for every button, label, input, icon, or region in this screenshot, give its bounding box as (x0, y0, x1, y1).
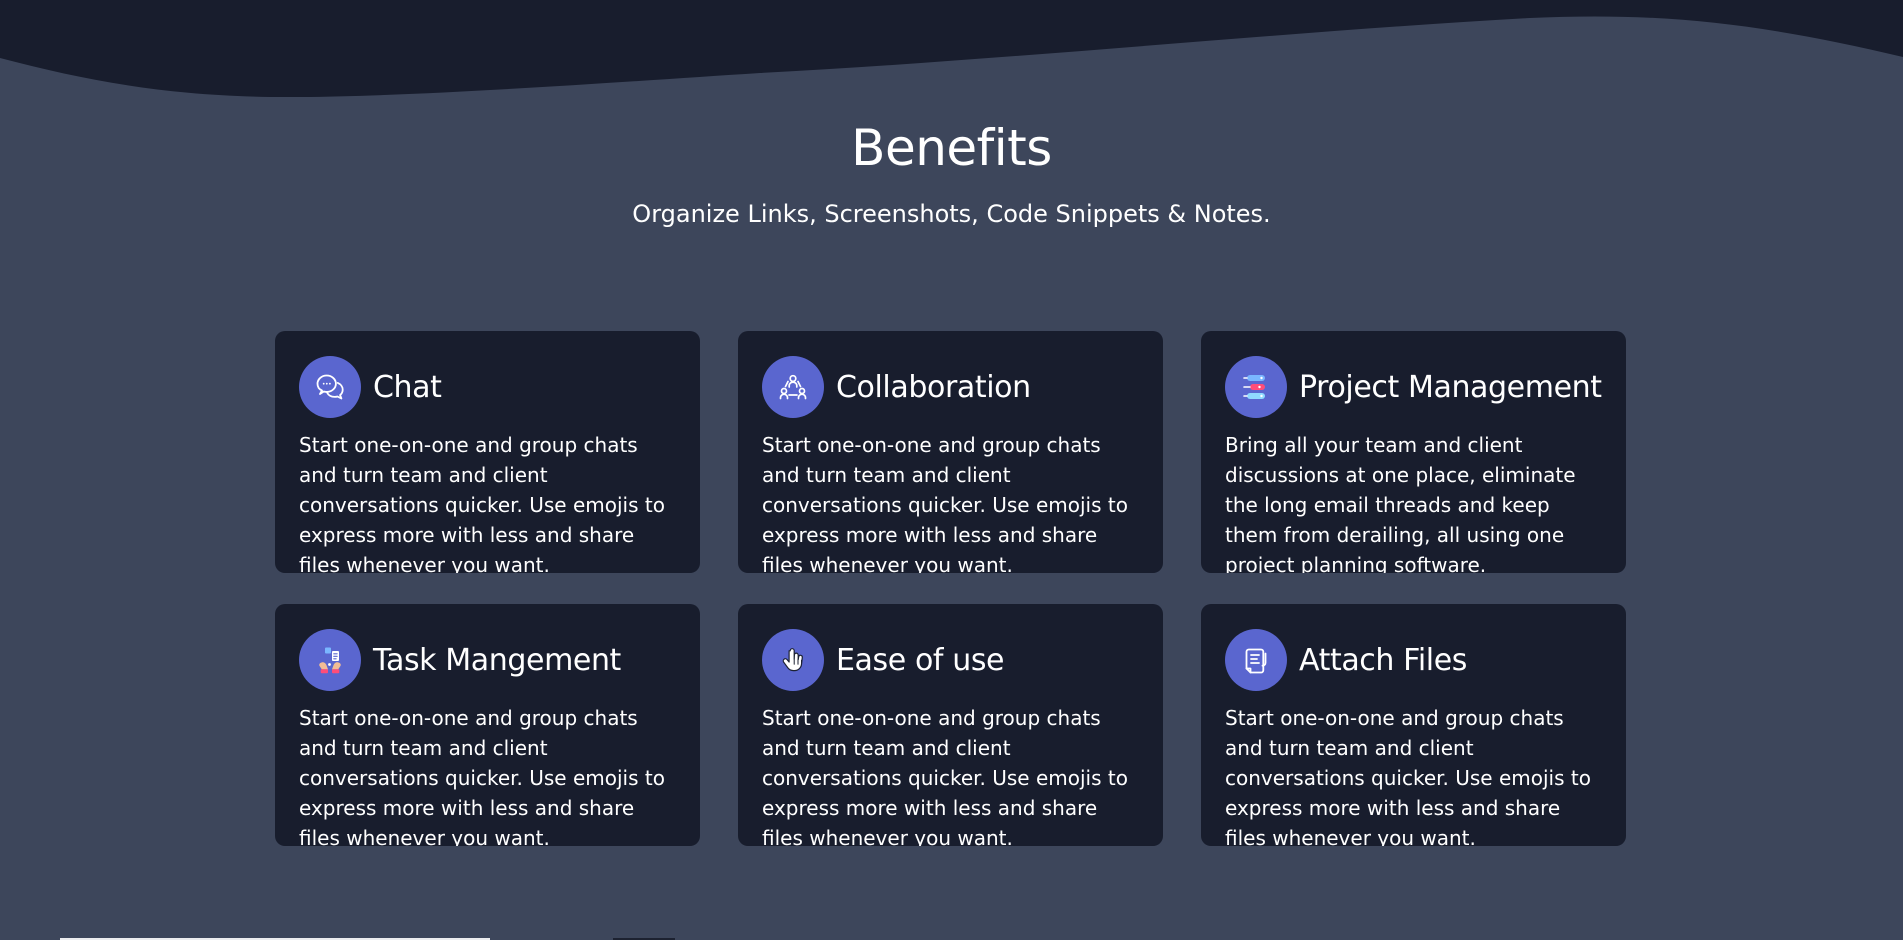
card-description: Start one-on-one and group chats and tur… (1225, 706, 1591, 846)
chat-bubble-icon (299, 356, 361, 418)
card-description: Bring all your team and client discussio… (1225, 433, 1576, 573)
benefit-card-ease-of-use: Ease of use Start one-on-one and group c… (738, 604, 1163, 846)
card-header: Ease of use (762, 629, 1139, 691)
card-description: Start one-on-one and group chats and tur… (299, 706, 665, 846)
benefit-card-task-management: Task Mangement Start one-on-one and grou… (275, 604, 700, 846)
benefit-card-attach-files: Attach Files Start one-on-one and group … (1201, 604, 1626, 846)
collaboration-icon (762, 356, 824, 418)
card-header: Collaboration (762, 356, 1139, 418)
benefit-card-chat: Chat Start one-on-one and group chats an… (275, 331, 700, 573)
document-icon (1225, 629, 1287, 691)
benefits-hero: Benefits Organize Links, Screenshots, Co… (0, 118, 1903, 229)
card-header: Attach Files (1225, 629, 1602, 691)
page-title: Benefits (851, 119, 1052, 177)
task-hands-icon (299, 629, 361, 691)
card-description: Start one-on-one and group chats and tur… (299, 433, 665, 573)
top-wave-decoration (0, 0, 1903, 98)
card-title: Collaboration (836, 369, 1031, 405)
benefits-page: Benefits Organize Links, Screenshots, Co… (0, 0, 1903, 940)
card-header: Project Management (1225, 356, 1602, 418)
card-title: Chat (373, 369, 442, 405)
benefit-card-project-management: Project Management Bring all your team a… (1201, 331, 1626, 573)
card-description: Start one-on-one and group chats and tur… (762, 433, 1128, 573)
benefit-card-collaboration: Collaboration Start one-on-one and group… (738, 331, 1163, 573)
benefits-grid: Chat Start one-on-one and group chats an… (275, 331, 1626, 846)
card-header: Task Mangement (299, 629, 676, 691)
card-title: Task Mangement (373, 642, 621, 678)
card-header: Chat (299, 356, 676, 418)
card-title: Project Management (1299, 369, 1602, 405)
card-description: Start one-on-one and group chats and tur… (762, 706, 1128, 846)
project-board-icon (1225, 356, 1287, 418)
page-subtitle: Organize Links, Screenshots, Code Snippe… (632, 200, 1271, 228)
hand-pointer-icon (762, 629, 824, 691)
card-title: Attach Files (1299, 642, 1467, 678)
card-title: Ease of use (836, 642, 1005, 678)
